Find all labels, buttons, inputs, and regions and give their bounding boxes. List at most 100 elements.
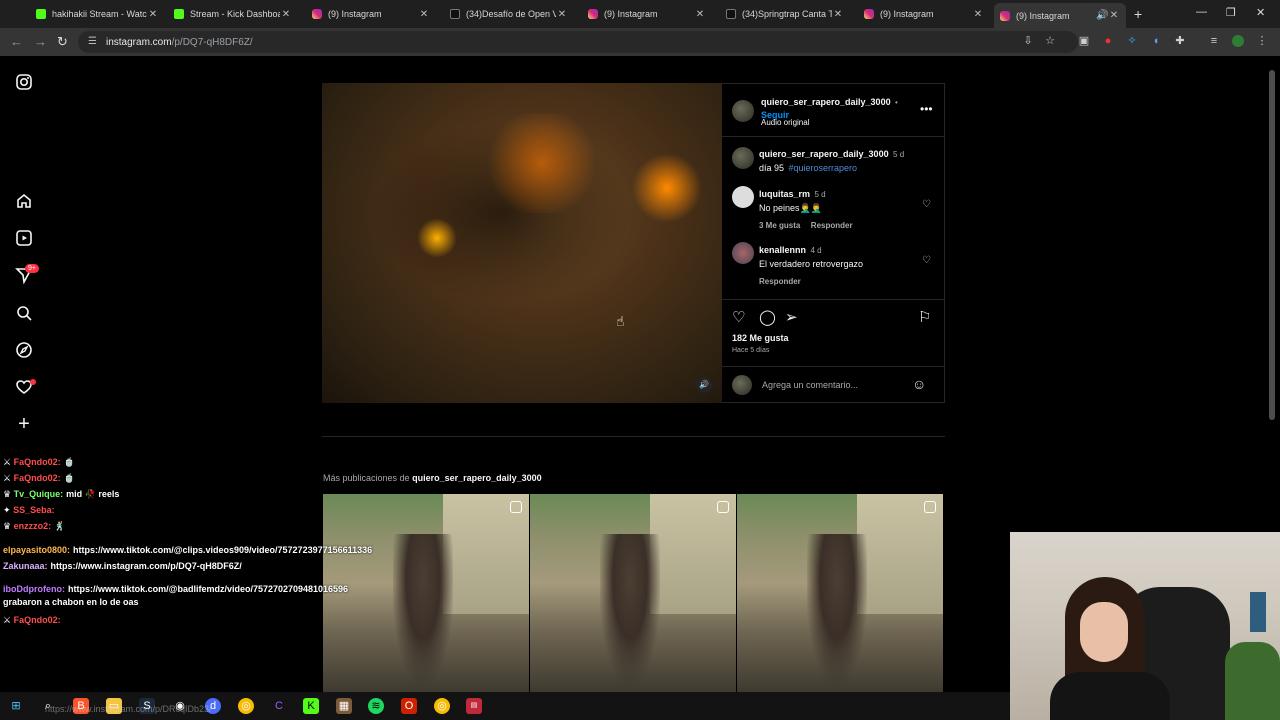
crown-icon: ♛: [3, 489, 12, 499]
app-c-icon[interactable]: C: [271, 698, 287, 714]
tab-instagram-3[interactable]: (9) Instagram ✕: [858, 3, 990, 25]
chat-username: Zakunaaa:: [3, 561, 48, 571]
reels-icon[interactable]: [15, 229, 33, 247]
comment-like-icon[interactable]: ♡: [922, 199, 931, 210]
search-icon[interactable]: [15, 304, 33, 322]
chrome-icon[interactable]: ◎: [434, 698, 450, 714]
tab-kick-watch[interactable]: hakihakii Stream - Watch ✕: [30, 3, 165, 25]
likes-count[interactable]: 182 Me gusta: [732, 333, 789, 343]
page-scrollbar[interactable]: [1268, 58, 1276, 428]
windows-start-icon[interactable]: ⊞: [8, 698, 24, 714]
chat-text: https://www.instagram.com/p/DQ7-qH8DF6Z/: [50, 561, 242, 571]
audio-extension-icon[interactable]: ◖: [1150, 35, 1162, 47]
video-frame-flame: [417, 218, 457, 258]
badge-icon: ⚔: [3, 615, 12, 625]
webcam-streamer-body: [1050, 672, 1170, 720]
reload-icon[interactable]: ↻: [57, 34, 68, 50]
emoji-icon[interactable]: ☺: [912, 376, 926, 392]
opera-icon[interactable]: O: [401, 698, 417, 714]
create-icon[interactable]: +: [15, 414, 33, 434]
reel-icon: [510, 501, 522, 513]
tab-kick-dashboard[interactable]: Stream - Kick Dashboard ✕: [168, 3, 298, 25]
close-icon[interactable]: ✕: [147, 9, 159, 20]
close-icon[interactable]: ✕: [280, 9, 292, 20]
chat-message: Zakunaaa: https://www.instagram.com/p/DQ7…: [3, 560, 268, 573]
chat-text: mid 🥀 reels: [66, 489, 120, 499]
scrollbar-thumb[interactable]: [1269, 70, 1275, 420]
save-bookmark-icon[interactable]: ⚐: [918, 308, 931, 326]
reply-button[interactable]: Responder: [811, 221, 853, 230]
back-icon[interactable]: ←: [10, 34, 23, 49]
caption-hashtag[interactable]: #quieroserrapero: [788, 163, 857, 173]
caption-username[interactable]: quiero_ser_rapero_daily_3000: [759, 149, 889, 159]
close-icon[interactable]: ✕: [418, 9, 430, 20]
comment-text: No peines🤦‍♂️🤦‍♂️: [759, 203, 822, 213]
commenter-avatar[interactable]: [732, 242, 754, 264]
install-app-icon[interactable]: ⇩: [1022, 35, 1034, 47]
spotify-icon[interactable]: ≋: [368, 698, 384, 714]
webcam-streamer-face: [1080, 602, 1128, 662]
more-post-thumbnail[interactable]: [737, 494, 943, 692]
close-icon[interactable]: ✕: [556, 9, 568, 20]
record-extension-icon[interactable]: ●: [1102, 35, 1114, 47]
site-info-icon[interactable]: ☰: [88, 36, 97, 47]
close-window-icon[interactable]: ✕: [1256, 6, 1265, 19]
close-icon[interactable]: ✕: [1108, 10, 1120, 21]
home-icon[interactable]: [15, 192, 33, 210]
mute-icon[interactable]: 🔊: [696, 377, 712, 393]
extension-icon[interactable]: ▣: [1078, 35, 1090, 47]
chrome-icon[interactable]: ◎: [238, 698, 254, 714]
commenter-avatar[interactable]: [732, 186, 754, 208]
tab-label: (34)Springtrap Canta Tus: [742, 9, 832, 19]
tab-instagram-2[interactable]: (9) Instagram ✕: [582, 3, 712, 25]
comment-likes[interactable]: 3 Me gusta: [759, 221, 800, 230]
more-posts-username[interactable]: quiero_ser_rapero_daily_3000: [412, 473, 542, 483]
reading-list-icon[interactable]: ≡: [1208, 35, 1220, 47]
address-bar[interactable]: ☰ instagram.com/p/DQ7-qH8DF6Z/: [78, 31, 1078, 53]
author-avatar[interactable]: [732, 100, 754, 122]
close-icon[interactable]: ✕: [832, 9, 844, 20]
tab-instagram-active[interactable]: (9) Instagram 🔊 ✕: [994, 3, 1126, 28]
speaker-icon[interactable]: 🔊: [1096, 10, 1108, 21]
more-post-thumbnail[interactable]: [530, 494, 736, 692]
menu-kebab-icon[interactable]: ⋮: [1256, 35, 1268, 47]
crown-icon: ♛: [3, 521, 12, 531]
new-tab-icon[interactable]: +: [1134, 6, 1142, 22]
minecraft-icon[interactable]: ▦: [336, 698, 352, 714]
instagram-logo-icon[interactable]: [15, 73, 33, 91]
app-icon[interactable]: ▤: [466, 698, 482, 714]
explore-icon[interactable]: [15, 341, 33, 359]
close-icon[interactable]: ✕: [972, 9, 984, 20]
more-posts-heading: Más publicaciones de quiero_ser_rapero_d…: [323, 473, 542, 483]
like-icon[interactable]: ♡: [732, 308, 745, 326]
author-username[interactable]: quiero_ser_rapero_daily_3000: [761, 97, 891, 107]
post-header: quiero_ser_rapero_daily_3000 • Seguir Au…: [722, 84, 944, 137]
caption-avatar[interactable]: [732, 147, 754, 169]
close-icon[interactable]: ✕: [694, 9, 706, 20]
reply-button[interactable]: Responder: [759, 277, 801, 286]
more-options-icon[interactable]: •••: [920, 102, 933, 116]
url-host: instagram.com: [106, 36, 172, 48]
comment-username[interactable]: kenallennn: [759, 245, 806, 255]
audio-label[interactable]: Audio original: [761, 118, 809, 127]
restore-icon[interactable]: ❐: [1226, 6, 1236, 19]
kick-app-icon[interactable]: K: [303, 698, 319, 714]
translate-extension-icon[interactable]: ✧: [1126, 35, 1138, 47]
more-post-thumbnail[interactable]: [323, 494, 529, 692]
profile-avatar[interactable]: [1232, 35, 1244, 47]
forward-icon[interactable]: →: [34, 34, 47, 49]
webcam-plant: [1225, 642, 1280, 720]
minimize-icon[interactable]: —: [1196, 6, 1207, 18]
comment-username[interactable]: luquitas_rm: [759, 189, 810, 199]
extensions-puzzle-icon[interactable]: ✚: [1174, 35, 1186, 47]
bookmark-star-icon[interactable]: ☆: [1044, 35, 1056, 47]
share-icon[interactable]: ➢: [785, 308, 798, 326]
comment-icon[interactable]: ◯: [759, 308, 776, 326]
caption-age: 5 d: [893, 150, 905, 159]
post-video[interactable]: 🔊: [322, 83, 722, 403]
comment-input[interactable]: Agrega un comentario...: [762, 380, 858, 390]
tab-tiktok-2[interactable]: (34)Springtrap Canta Tus ✕: [720, 3, 850, 25]
tab-instagram-1[interactable]: (9) Instagram ✕: [306, 3, 436, 25]
tab-tiktok-1[interactable]: (34)Desafío de Open Vers ✕: [444, 3, 574, 25]
comment-like-icon[interactable]: ♡: [922, 255, 931, 266]
